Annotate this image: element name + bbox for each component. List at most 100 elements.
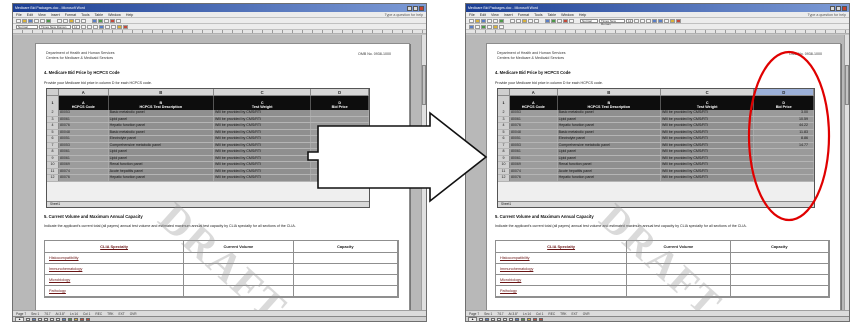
- textbox-icon[interactable]: [62, 317, 67, 321]
- cell-test-weight[interactable]: Will be provided by CMS/RTI: [213, 168, 312, 174]
- cell-bid-price[interactable]: 44.22: [754, 123, 814, 129]
- header-cell-hcpcs-code[interactable]: A HCPCS Code: [59, 96, 109, 110]
- textbox-icon[interactable]: [515, 317, 520, 321]
- cell-bid-price[interactable]: 14.77: [754, 142, 814, 148]
- cell-description[interactable]: Lipid panel: [108, 116, 214, 122]
- highlight-icon[interactable]: [670, 18, 675, 23]
- sheet-fill-icon[interactable]: [493, 24, 498, 29]
- menu-window[interactable]: Window: [561, 13, 574, 17]
- cell-test-weight[interactable]: Will be provided by CMS/RTI: [213, 136, 312, 142]
- row-number[interactable]: 2: [47, 110, 59, 116]
- cell-hcpcs-code[interactable]: 80053: [58, 110, 109, 116]
- highlight-icon[interactable]: [117, 24, 122, 29]
- autoshapes-icon[interactable]: [485, 317, 490, 321]
- cell-test-weight[interactable]: Will be provided by CMS/RTI: [213, 116, 312, 122]
- embedded-spreadsheet[interactable]: A B C D 1 A HCPCS Code B HCPCS Test Descri…: [497, 88, 815, 208]
- cell-hcpcs-code[interactable]: 80061: [58, 155, 109, 161]
- cell-bid-price[interactable]: [754, 168, 814, 174]
- menu-file[interactable]: File: [469, 13, 475, 17]
- cell-description[interactable]: Lipid panel: [557, 116, 661, 122]
- table-icon[interactable]: [92, 18, 97, 23]
- cell-hcpcs-code[interactable]: 80076: [509, 123, 558, 129]
- cell-bid-price[interactable]: 3.00: [754, 110, 814, 116]
- menu-window[interactable]: Window: [108, 13, 121, 17]
- header-cell-bid-price[interactable]: D Bid Price: [754, 96, 814, 110]
- clipart-icon[interactable]: [68, 317, 73, 321]
- row-number[interactable]: 9: [47, 155, 59, 161]
- cell-test-weight[interactable]: Will be provided by CMS/RTI: [660, 149, 755, 155]
- open-icon[interactable]: [22, 18, 27, 23]
- menu-insert[interactable]: Insert: [51, 13, 60, 17]
- undo-icon[interactable]: [75, 18, 80, 23]
- cell-description[interactable]: Basic metabolic panel: [557, 129, 661, 135]
- cell-description[interactable]: Renal function panel: [557, 162, 661, 168]
- status-ovr[interactable]: OVR: [583, 312, 590, 316]
- cell-test-weight[interactable]: Will be provided by CMS/RTI: [660, 175, 755, 181]
- cell-description[interactable]: Electrolyte panel: [108, 136, 214, 142]
- menu-view[interactable]: View: [38, 13, 46, 17]
- cell-test-weight[interactable]: Will be provided by CMS/RTI: [213, 155, 312, 161]
- sheet-borders-icon[interactable]: [499, 24, 504, 29]
- row-number[interactable]: 5: [47, 129, 59, 135]
- cell-hcpcs-code[interactable]: 80048: [58, 129, 109, 135]
- capacity-capacity-cell[interactable]: [294, 264, 398, 274]
- table-icon[interactable]: [545, 18, 550, 23]
- menu-insert[interactable]: Insert: [504, 13, 513, 17]
- arrow-icon[interactable]: [44, 317, 49, 321]
- font-size-box[interactable]: 12: [72, 24, 80, 29]
- status-trk[interactable]: TRK: [107, 312, 113, 316]
- cell-hcpcs-code[interactable]: 80061: [509, 155, 558, 161]
- status-ovr[interactable]: OVR: [130, 312, 137, 316]
- header-cell-test-weight[interactable]: C Test Weight: [661, 96, 755, 110]
- sheet-row[interactable]: 12 80076 Hepatic function panel Will be pro…: [47, 175, 369, 182]
- font-box[interactable]: Times New Roman: [39, 24, 71, 29]
- zoom-icon[interactable]: [116, 18, 121, 23]
- cell-hcpcs-code[interactable]: 80069: [58, 162, 109, 168]
- style-box[interactable]: Normal: [16, 24, 38, 29]
- menu-help[interactable]: Help: [126, 13, 133, 17]
- menu-format[interactable]: Format: [65, 13, 76, 17]
- cell-test-weight[interactable]: Will be provided by CMS/RTI: [660, 162, 755, 168]
- capacity-capacity-cell[interactable]: [731, 286, 829, 296]
- draw-menu[interactable]: ▲: [15, 316, 25, 321]
- cell-hcpcs-code[interactable]: 80074: [509, 168, 558, 174]
- column-b-header[interactable]: B: [109, 89, 214, 95]
- cell-hcpcs-code[interactable]: 80051: [509, 136, 558, 142]
- cell-hcpcs-code[interactable]: 80053: [509, 110, 558, 116]
- align-left-icon[interactable]: [99, 24, 104, 29]
- row-number[interactable]: 12: [498, 175, 510, 181]
- draw-menu[interactable]: ▲: [468, 316, 478, 321]
- bullets-icon[interactable]: [664, 18, 669, 23]
- menu-tools[interactable]: Tools: [534, 13, 542, 17]
- menu-format[interactable]: Format: [518, 13, 529, 17]
- cell-description[interactable]: Hepatic function panel: [108, 123, 214, 129]
- excel-icon[interactable]: [551, 18, 556, 23]
- preview-icon[interactable]: [493, 18, 498, 23]
- row-number[interactable]: 9: [498, 155, 510, 161]
- vertical-scrollbar[interactable]: [844, 35, 849, 310]
- sheet-tab[interactable]: Sheet1: [47, 201, 369, 207]
- cell-description[interactable]: Acute hepatitis panel: [108, 168, 214, 174]
- select-objects-icon[interactable]: [479, 317, 484, 321]
- cell-bid-price[interactable]: [311, 110, 369, 116]
- underline-icon[interactable]: [93, 24, 98, 29]
- fill-color-icon[interactable]: [74, 317, 79, 321]
- cell-bid-price[interactable]: [754, 149, 814, 155]
- cell-hcpcs-code[interactable]: 80061: [509, 116, 558, 122]
- menu-help[interactable]: Help: [579, 13, 586, 17]
- oval-icon[interactable]: [56, 317, 61, 321]
- cell-description[interactable]: Hepatic function panel: [108, 175, 214, 181]
- column-c-header[interactable]: C: [661, 89, 755, 95]
- row-number[interactable]: 10: [47, 162, 59, 168]
- row-number[interactable]: 11: [498, 168, 510, 174]
- capacity-capacity-cell[interactable]: [294, 253, 398, 263]
- header-cell-description[interactable]: B HCPCS Test Description: [109, 96, 214, 110]
- cell-bid-price[interactable]: [311, 149, 369, 155]
- cell-bid-price[interactable]: [311, 175, 369, 181]
- cell-test-weight[interactable]: Will be provided by CMS/RTI: [213, 123, 312, 129]
- sheet-row[interactable]: 12 80076 Hepatic function panel Will be pro…: [498, 175, 814, 182]
- rectangle-icon[interactable]: [503, 317, 508, 321]
- cell-bid-price[interactable]: [311, 116, 369, 122]
- undo-icon[interactable]: [528, 18, 533, 23]
- sheet-sort-icon[interactable]: [475, 24, 480, 29]
